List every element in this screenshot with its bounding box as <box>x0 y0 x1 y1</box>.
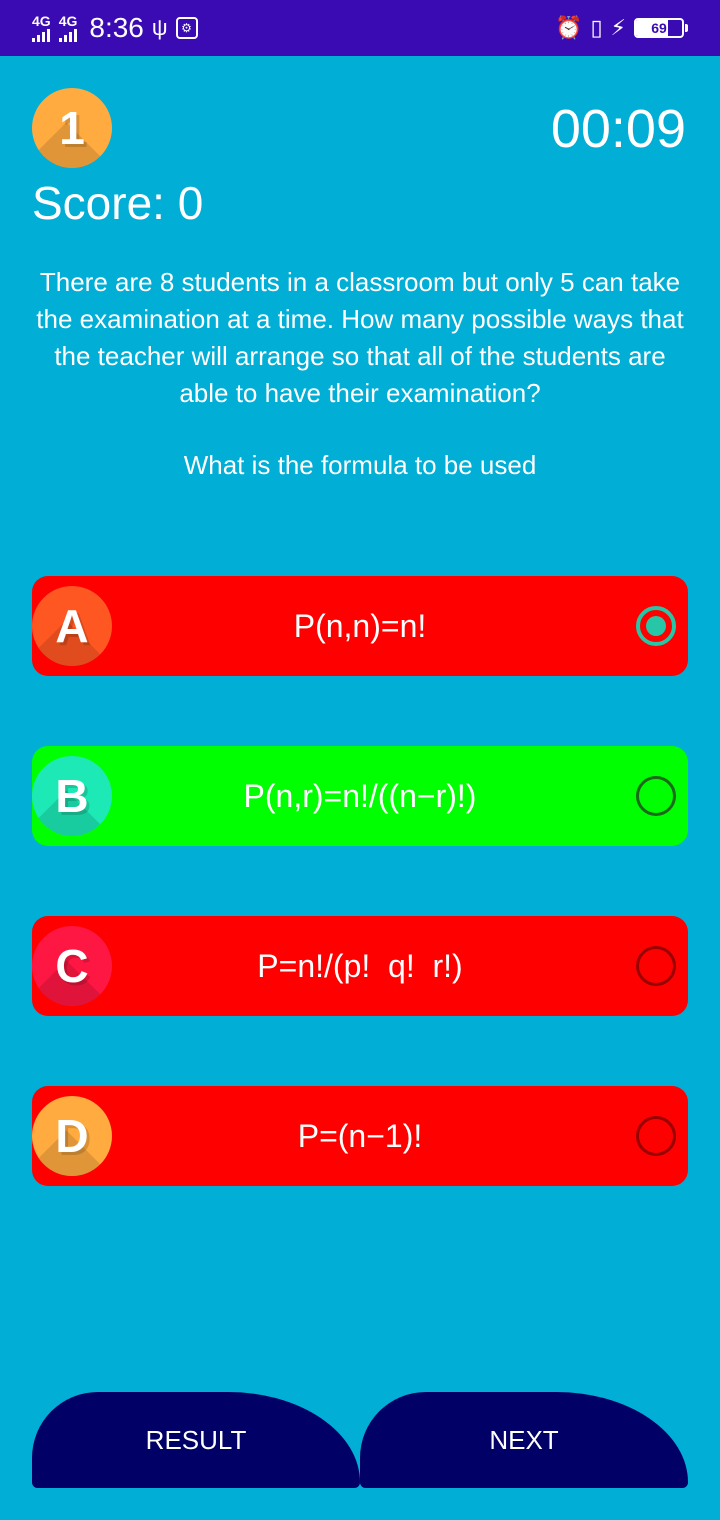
option-a-text: P(n,n)=n! <box>293 607 427 644</box>
option-b-letter: B <box>55 770 89 822</box>
alarm-icon: ⏰ <box>555 15 583 40</box>
status-right: ⏰ ▯ ⚡ 69 <box>555 15 688 41</box>
option-d[interactable]: D P=(n−1)! <box>32 1086 688 1186</box>
signal-icon-1: 4G <box>32 14 51 42</box>
option-b-badge: B <box>32 756 112 836</box>
status-left: 4G 4G 8:36 ψ ⚙ <box>32 12 198 44</box>
network-type-1: 4G <box>32 13 51 29</box>
option-c-text: P=n!/(p! q! r!) <box>257 947 463 984</box>
question-number: 1 <box>59 102 85 154</box>
option-a-radio[interactable] <box>636 606 676 646</box>
option-b-text: P(n,r)=n!/((n−r)!) <box>243 777 477 814</box>
option-a-letter: A <box>55 600 89 652</box>
usb-icon: ψ <box>151 15 168 40</box>
question-prompt: What is the formula to be used <box>183 450 537 480</box>
option-d-radio[interactable] <box>636 1116 676 1156</box>
usb-debug-icon: ⚙ <box>175 17 198 39</box>
battery-icon: 69 <box>634 18 688 38</box>
option-a[interactable]: A P(n,n)=n! <box>32 576 688 676</box>
option-c-badge: C <box>32 926 112 1006</box>
status-time: 8:36 <box>89 12 144 43</box>
option-b[interactable]: B P(n,r)=n!/((n−r)!) <box>32 746 688 846</box>
score-label: Score: 0 <box>32 177 204 229</box>
option-a-badge: A <box>32 586 112 666</box>
option-c-letter: C <box>55 940 89 992</box>
option-d-badge: D <box>32 1096 112 1176</box>
result-button[interactable]: RESULT <box>32 1392 360 1488</box>
network-type-2: 4G <box>58 13 78 29</box>
battery-level: 69 <box>651 20 667 36</box>
option-c[interactable]: C P=n!/(p! q! r!) <box>32 916 688 1016</box>
countdown-timer: 00:09 <box>550 99 686 159</box>
option-d-text: P=(n−1)! <box>297 1117 423 1154</box>
option-c-radio[interactable] <box>636 946 676 986</box>
question-text: There are 8 students in a classroom but … <box>36 267 684 408</box>
status-bar: 4G 4G 8:36 ψ ⚙ ⏰ ▯ ⚡ 69 <box>0 0 720 56</box>
next-button[interactable]: NEXT <box>360 1392 688 1488</box>
vibrate-icon: ▯ <box>590 15 603 40</box>
option-d-letter: D <box>55 1110 89 1162</box>
option-b-radio[interactable] <box>636 776 676 816</box>
question-number-badge: 1 <box>32 88 112 168</box>
charging-icon: ⚡ <box>610 15 626 40</box>
signal-icon-2: 4G <box>58 13 78 42</box>
